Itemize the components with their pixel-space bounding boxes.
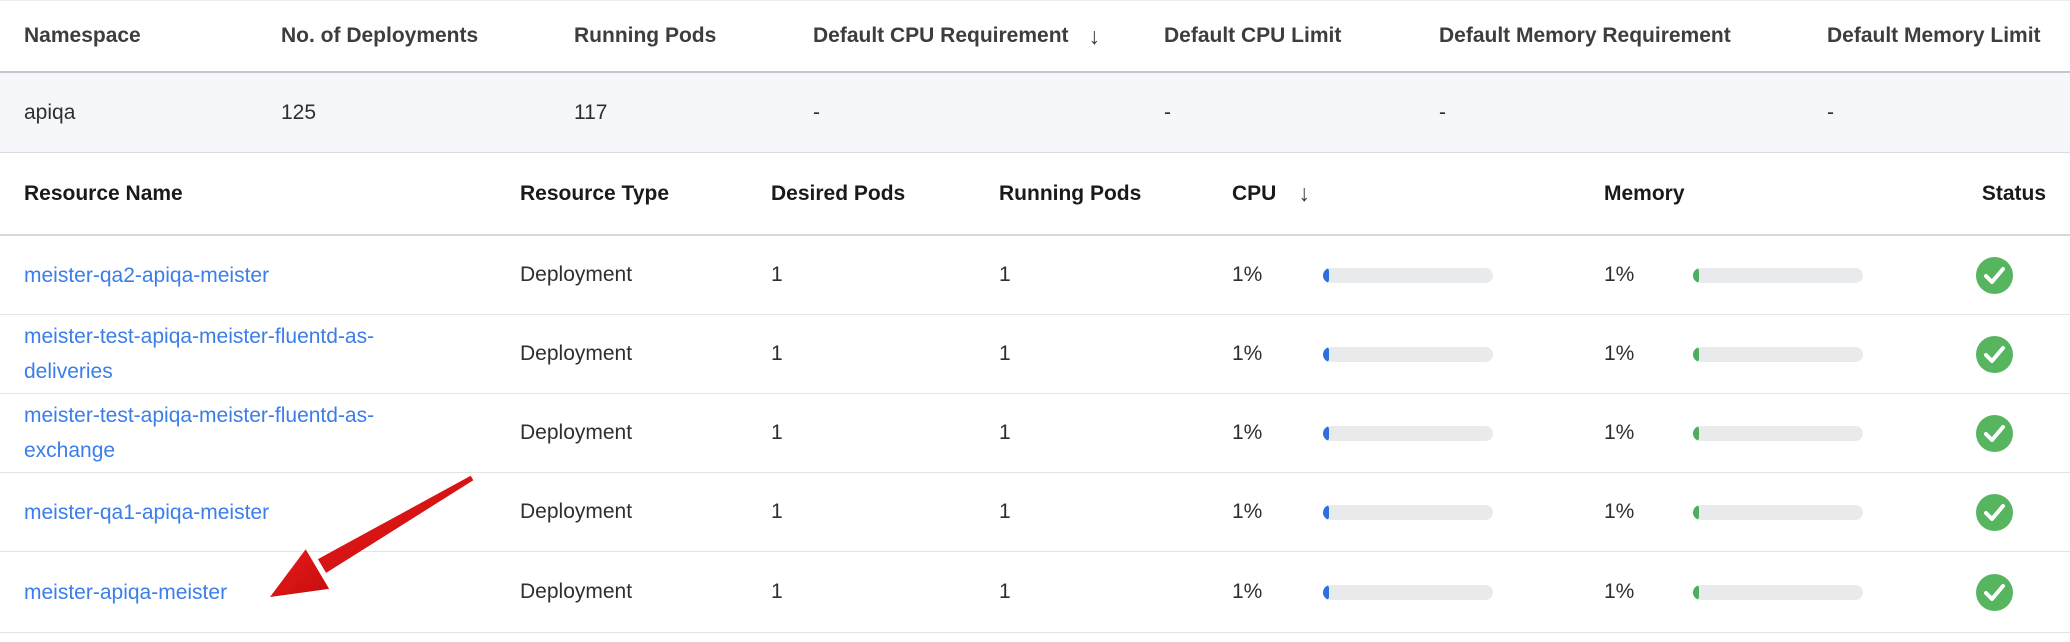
running-pods-value: 1 [999, 421, 1232, 445]
status-healthy-icon [1976, 415, 2013, 452]
memory-percent-value: 1% [1604, 263, 1693, 287]
header-running-pods[interactable]: Running Pods [999, 182, 1232, 206]
running-pods-value: 1 [999, 500, 1232, 524]
namespace-default-cpu-limit: - [1164, 101, 1439, 125]
namespace-deployments-count: 125 [281, 101, 574, 125]
table-row: meister-test-apiqa-meister-fluentd-as-ex… [0, 394, 2070, 473]
cpu-usage-bar [1323, 505, 1493, 520]
desired-pods-value: 1 [771, 342, 999, 366]
namespace-running-pods-count: 117 [574, 101, 813, 125]
table-row: meister-apiqa-meister Deployment 1 1 1% … [0, 552, 2070, 633]
cpu-percent-value: 1% [1232, 580, 1323, 604]
resource-link-meister-apiqa-meister[interactable]: meister-apiqa-meister [24, 575, 227, 610]
resource-link-meister-test-apiqa-meister-fluentd-as-exchange[interactable]: meister-test-apiqa-meister-fluentd-as-ex… [24, 398, 384, 468]
memory-usage-bar [1693, 585, 1863, 600]
header-running-pods[interactable]: Running Pods [574, 24, 813, 48]
namespace-name: apiqa [24, 101, 281, 125]
header-cpu-label: CPU [1232, 182, 1276, 206]
desired-pods-value: 1 [771, 421, 999, 445]
resource-table-header: Resource Name Resource Type Desired Pods… [0, 153, 2070, 236]
resource-link-meister-qa2-apiqa-meister[interactable]: meister-qa2-apiqa-meister [24, 258, 269, 293]
cpu-usage-bar [1323, 347, 1493, 362]
namespace-table: Namespace No. of Deployments Running Pod… [0, 0, 2070, 153]
desired-pods-value: 1 [771, 263, 999, 287]
header-namespace[interactable]: Namespace [24, 24, 281, 48]
table-row: meister-qa1-apiqa-meister Deployment 1 1… [0, 473, 2070, 552]
cpu-percent-value: 1% [1232, 500, 1323, 524]
namespace-default-memory-requirement: - [1439, 101, 1827, 125]
status-healthy-icon [1976, 494, 2013, 531]
sort-descending-icon[interactable]: ↓ [1089, 23, 1101, 50]
cpu-usage-bar [1323, 585, 1493, 600]
cpu-percent-value: 1% [1232, 263, 1323, 287]
header-default-memory-limit[interactable]: Default Memory Limit [1827, 24, 2046, 48]
header-cpu[interactable]: CPU ↓ [1232, 180, 1604, 207]
cpu-usage-bar [1323, 268, 1493, 283]
namespace-resource-utilization-view: Namespace No. of Deployments Running Pod… [0, 0, 2070, 642]
running-pods-value: 1 [999, 580, 1232, 604]
memory-usage-bar [1693, 347, 1863, 362]
desired-pods-value: 1 [771, 580, 999, 604]
status-healthy-icon [1976, 336, 2013, 373]
namespace-table-header: Namespace No. of Deployments Running Pod… [0, 0, 2070, 73]
memory-percent-value: 1% [1604, 580, 1693, 604]
namespace-default-cpu-requirement: - [813, 101, 1164, 125]
resource-table: Resource Name Resource Type Desired Pods… [0, 153, 2070, 633]
header-memory[interactable]: Memory [1604, 182, 1960, 206]
cpu-percent-value: 1% [1232, 421, 1323, 445]
resource-type: Deployment [520, 342, 771, 366]
status-healthy-icon [1976, 574, 2013, 611]
header-desired-pods[interactable]: Desired Pods [771, 182, 999, 206]
namespace-row-apiqa[interactable]: apiqa 125 117 - - - - [0, 73, 2070, 153]
header-no-of-deployments[interactable]: No. of Deployments [281, 24, 574, 48]
header-status[interactable]: Status [1960, 182, 2046, 206]
running-pods-value: 1 [999, 342, 1232, 366]
resource-type: Deployment [520, 500, 771, 524]
memory-percent-value: 1% [1604, 421, 1693, 445]
memory-percent-value: 1% [1604, 500, 1693, 524]
memory-usage-bar [1693, 268, 1863, 283]
memory-percent-value: 1% [1604, 342, 1693, 366]
header-default-cpu-limit[interactable]: Default CPU Limit [1164, 24, 1439, 48]
resource-type: Deployment [520, 263, 771, 287]
namespace-default-memory-limit: - [1827, 101, 2046, 125]
resource-type: Deployment [520, 421, 771, 445]
resource-type: Deployment [520, 580, 771, 604]
cpu-usage-bar [1323, 426, 1493, 441]
memory-usage-bar [1693, 505, 1863, 520]
resource-link-meister-test-apiqa-meister-fluentd-as-deliveries[interactable]: meister-test-apiqa-meister-fluentd-as-de… [24, 319, 384, 389]
header-default-memory-requirement[interactable]: Default Memory Requirement [1439, 24, 1827, 48]
memory-usage-bar [1693, 426, 1863, 441]
running-pods-value: 1 [999, 263, 1232, 287]
header-default-cpu-requirement-label: Default CPU Requirement [813, 24, 1069, 48]
header-resource-name[interactable]: Resource Name [24, 182, 520, 206]
sort-descending-icon[interactable]: ↓ [1298, 180, 1310, 207]
cpu-percent-value: 1% [1232, 342, 1323, 366]
status-healthy-icon [1976, 257, 2013, 294]
table-row: meister-test-apiqa-meister-fluentd-as-de… [0, 315, 2070, 394]
table-row: meister-qa2-apiqa-meister Deployment 1 1… [0, 236, 2070, 315]
resource-link-meister-qa1-apiqa-meister[interactable]: meister-qa1-apiqa-meister [24, 495, 269, 530]
header-default-cpu-requirement[interactable]: Default CPU Requirement ↓ [813, 23, 1164, 50]
desired-pods-value: 1 [771, 500, 999, 524]
header-resource-type[interactable]: Resource Type [520, 182, 771, 206]
